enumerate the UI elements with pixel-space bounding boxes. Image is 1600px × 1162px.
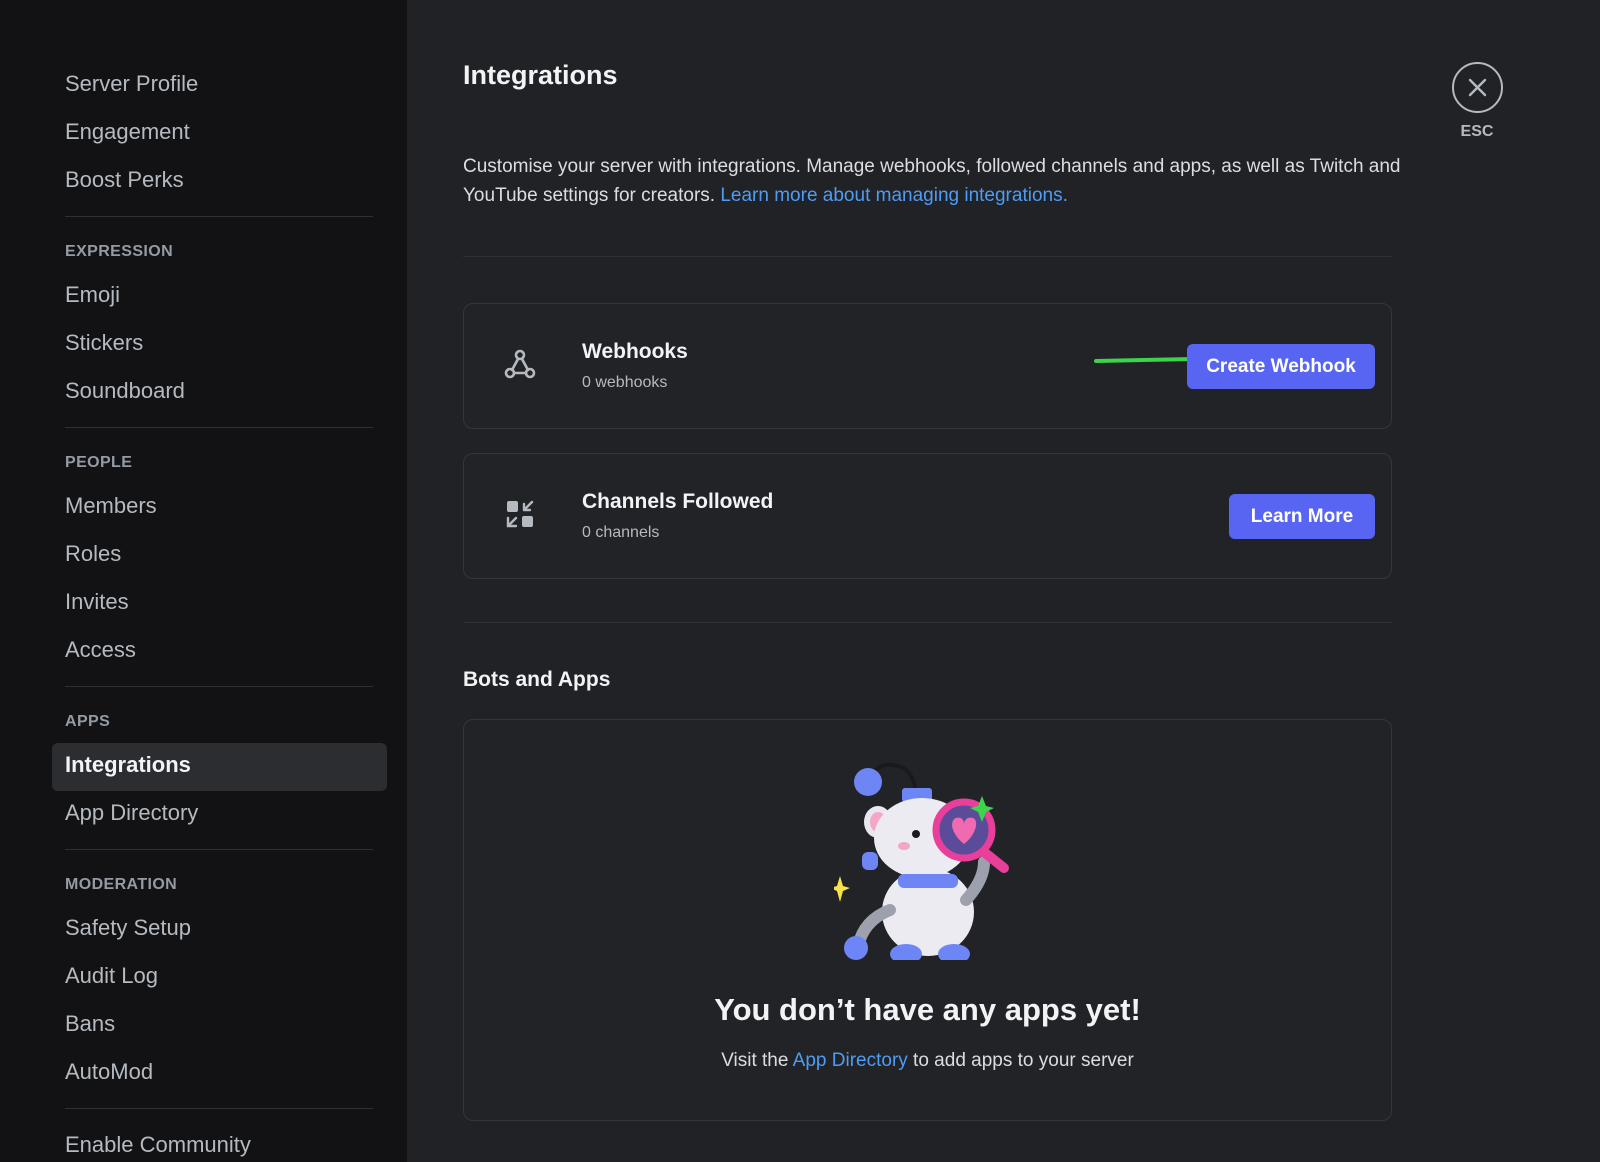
- sidebar-nav: Server Profile Engagement Boost Perks EXPRE…: [52, 62, 387, 1162]
- sidebar-item-roles[interactable]: Roles: [52, 532, 387, 580]
- sidebar-item-engagement[interactable]: Engagement: [52, 110, 387, 158]
- esc-label: ESC: [1460, 123, 1494, 140]
- sidebar-item-members[interactable]: Members: [52, 484, 387, 532]
- sidebar-item-app-directory[interactable]: App Directory: [52, 791, 387, 839]
- sidebar-item-server-profile[interactable]: Server Profile: [52, 62, 387, 110]
- sidebar-item-boost-perks[interactable]: Boost Perks: [52, 158, 387, 206]
- divider: [463, 256, 1392, 257]
- sidebar-divider: [65, 427, 373, 428]
- sidebar-divider: [65, 1108, 373, 1109]
- app-directory-link[interactable]: App Directory: [793, 1050, 908, 1071]
- channels-followed-title: Channels Followed: [582, 490, 774, 513]
- sidebar-item-automod[interactable]: AutoMod: [52, 1050, 387, 1098]
- webhooks-count: 0 webhooks: [582, 374, 668, 391]
- sidebar-item-safety-setup[interactable]: Safety Setup: [52, 906, 387, 954]
- channels-followed-icon: [506, 500, 534, 528]
- sidebar-section-header: APPS: [65, 713, 111, 730]
- divider: [463, 622, 1392, 623]
- channels-followed-count: 0 channels: [582, 524, 660, 541]
- empty-sub-suffix: to add apps to your server: [907, 1050, 1134, 1071]
- empty-state-title: You don’t have any apps yet!: [714, 992, 1141, 1027]
- sidebar-divider: [65, 849, 373, 850]
- learn-more-button[interactable]: Learn More: [1229, 494, 1375, 539]
- sidebar-divider: [65, 216, 373, 217]
- learn-more-integrations-link[interactable]: Learn more about managing integrations.: [720, 185, 1068, 206]
- sidebar-section-header: MODERATION: [65, 876, 178, 893]
- sidebar-item-enable-community[interactable]: Enable Community: [52, 1123, 387, 1162]
- sidebar-item-invites[interactable]: Invites: [52, 580, 387, 628]
- sidebar-item-emoji[interactable]: Emoji: [52, 273, 387, 321]
- main-content: Integrations Customise your server with …: [407, 0, 1600, 1162]
- sidebar-divider: [65, 686, 373, 687]
- close-icon: [1468, 78, 1486, 97]
- sidebar-item-audit-log[interactable]: Audit Log: [52, 954, 387, 1002]
- sidebar-item-access[interactable]: Access: [52, 628, 387, 676]
- page-description: Customise your server with integrations.…: [463, 152, 1403, 210]
- apps-empty-state: You don’t have any apps yet! Visit the A…: [463, 719, 1392, 1121]
- sidebar-item-soundboard[interactable]: Soundboard: [52, 369, 387, 417]
- sidebar-section-header: EXPRESSION: [65, 243, 174, 260]
- sidebar-item-bans[interactable]: Bans: [52, 1002, 387, 1050]
- page-title: Integrations: [463, 60, 618, 90]
- settings-sidebar: Server Profile Engagement Boost Perks EXPRE…: [0, 0, 407, 1162]
- empty-sub-prefix: Visit the: [721, 1050, 793, 1071]
- create-webhook-button[interactable]: Create Webhook: [1187, 344, 1375, 389]
- channels-followed-card: Channels Followed 0 channels Learn More: [463, 453, 1392, 579]
- webhooks-title: Webhooks: [582, 340, 688, 363]
- sidebar-item-stickers[interactable]: Stickers: [52, 321, 387, 369]
- webhooks-card: Webhooks 0 webhooks Create Webhook: [463, 303, 1392, 429]
- bots-and-apps-title: Bots and Apps: [463, 668, 611, 691]
- mascot-illustration: [834, 762, 1009, 960]
- sidebar-section-header: PEOPLE: [65, 454, 133, 471]
- empty-state-subtitle: Visit the App Directory to add apps to y…: [464, 1050, 1391, 1072]
- webhook-icon: [504, 349, 536, 379]
- close-button[interactable]: [1451, 62, 1503, 113]
- sidebar-item-integrations[interactable]: Integrations: [52, 743, 387, 791]
- close-control: ESC: [1447, 62, 1507, 141]
